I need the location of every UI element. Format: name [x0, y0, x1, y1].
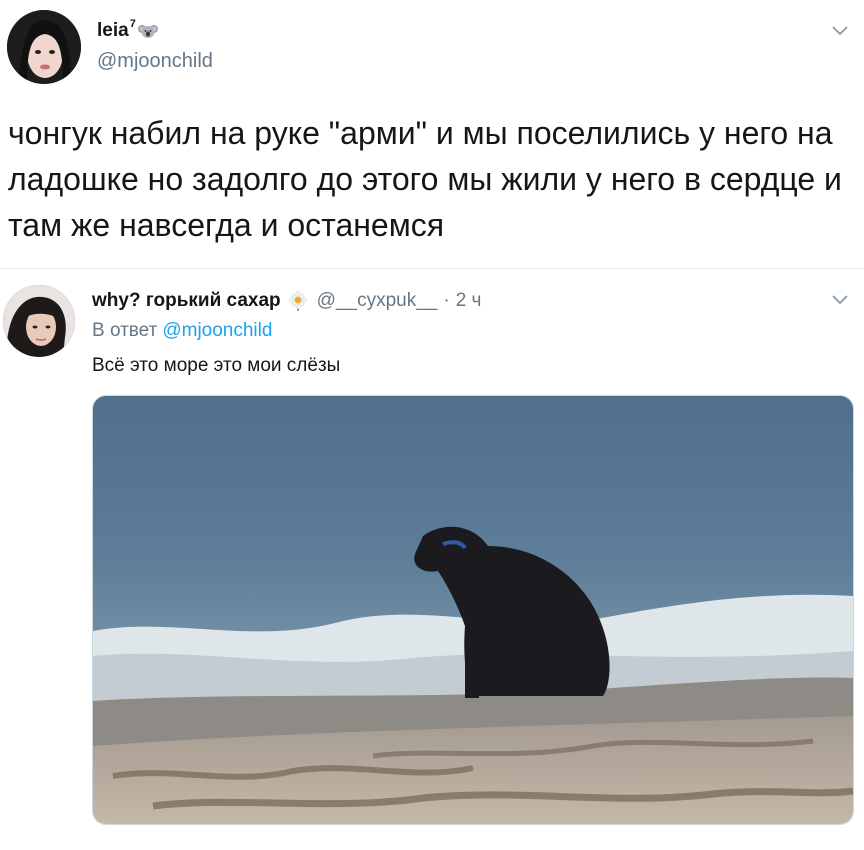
reply-author-handle[interactable]: @__cyxpuk__: [317, 290, 438, 312]
reply-media-photo[interactable]: [92, 395, 854, 825]
reply-header: why? горький сахар @__cyxpuk__ · 2 ч: [92, 290, 481, 312]
tweet-author-avatar[interactable]: [7, 10, 81, 84]
flower-icon: [287, 290, 309, 312]
reply-author-avatar[interactable]: [3, 285, 75, 357]
koala-icon: [137, 21, 158, 41]
reply-to-handle-link[interactable]: @mjoonchild: [162, 320, 272, 341]
tweet-author-name-superscript: 7: [129, 18, 136, 30]
reply-author-name[interactable]: why? горький сахар: [92, 290, 281, 312]
divider: [0, 268, 864, 269]
tweet-author-name[interactable]: leia: [97, 20, 129, 42]
chevron-down-icon[interactable]: [832, 295, 848, 305]
tweet-author-name-row[interactable]: leia 7: [97, 18, 158, 42]
tweet-text: чонгук набил на руке "арми" и мы поселил…: [8, 115, 851, 243]
separator-dot: ·: [443, 290, 450, 311]
reply-to-line: В ответ @mjoonchild: [92, 320, 272, 342]
tweet-author-handle[interactable]: @mjoonchild: [97, 50, 213, 73]
reply-text: Всё это море это мои слёзы: [92, 355, 341, 376]
chevron-down-icon[interactable]: [832, 26, 848, 36]
reply-to-prefix: В ответ: [92, 320, 158, 341]
reply-timestamp[interactable]: 2 ч: [456, 290, 482, 312]
